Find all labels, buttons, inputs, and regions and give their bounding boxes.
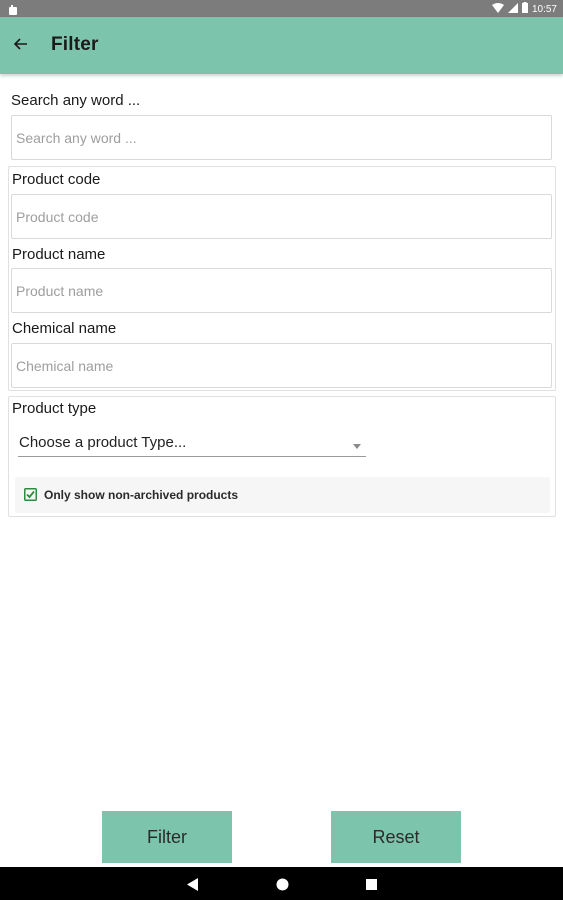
product-name-label: Product name <box>12 246 106 263</box>
product-code-input[interactable] <box>11 194 552 239</box>
app-screen: 10:57 Filter Search any word ... Product… <box>0 0 563 900</box>
back-button[interactable] <box>8 33 34 59</box>
product-code-label: Product code <box>12 171 101 188</box>
home-circle-icon[interactable] <box>273 875 291 893</box>
signal-icon <box>507 2 518 16</box>
wifi-icon <box>491 2 504 16</box>
recents-square-icon[interactable] <box>362 875 380 893</box>
non-archived-label: Only show non-archived products <box>44 488 239 502</box>
product-type-select[interactable]: Choose a product Type... <box>18 428 366 457</box>
chemical-name-input[interactable] <box>11 343 552 388</box>
back-triangle-icon[interactable] <box>184 875 202 893</box>
non-archived-checkbox[interactable] <box>24 488 37 501</box>
chemical-name-label: Chemical name <box>12 320 117 337</box>
product-type-label: Product type <box>12 400 97 417</box>
app-bar: Filter <box>0 17 563 74</box>
filter-button[interactable]: Filter <box>102 811 232 863</box>
clock: 10:57 <box>531 3 557 15</box>
battery-icon <box>521 2 528 16</box>
page-title: Filter <box>51 34 99 55</box>
search-label: Search any word ... <box>11 92 141 109</box>
reset-button[interactable]: Reset <box>331 811 461 863</box>
system-nav-bar <box>0 867 563 900</box>
dropdown-arrow-icon <box>353 436 361 454</box>
status-icons: 10:57 <box>491 2 557 16</box>
status-bar: 10:57 <box>0 0 563 17</box>
product-type-selected: Choose a product Type... <box>19 434 187 451</box>
product-name-input[interactable] <box>11 268 552 313</box>
arrow-back-icon <box>13 37 28 55</box>
non-archived-row[interactable]: Only show non-archived products <box>15 477 550 513</box>
search-input[interactable] <box>11 115 552 160</box>
